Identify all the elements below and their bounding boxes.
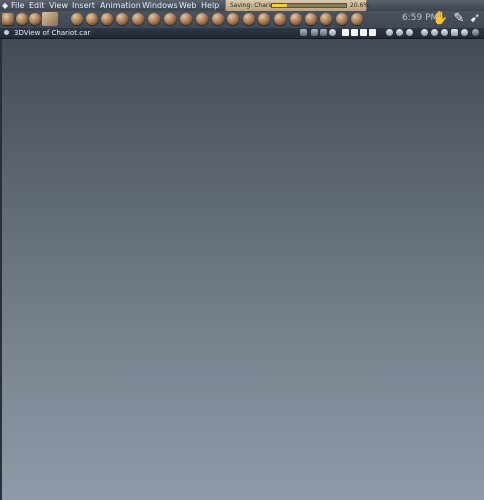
menu-animation[interactable]: Animation — [100, 0, 141, 11]
cylinder-icon[interactable] — [86, 13, 98, 25]
shaded-icon[interactable] — [386, 29, 393, 36]
sliders-icon[interactable] — [320, 13, 332, 25]
hand-tool-icon[interactable] — [16, 13, 28, 25]
wand-icon[interactable] — [305, 13, 317, 25]
close-icon[interactable] — [4, 30, 9, 35]
sphere-view-icon[interactable] — [461, 29, 468, 36]
lightbulb-icon[interactable] — [472, 29, 479, 36]
four-views-icon[interactable] — [360, 29, 367, 36]
gear-icon[interactable] — [148, 13, 160, 25]
brush-icon[interactable]: ✎ — [451, 11, 467, 27]
info-icon[interactable] — [421, 29, 428, 36]
spring-icon[interactable] — [132, 13, 144, 25]
deform-icon[interactable] — [227, 13, 239, 25]
move-view-icon[interactable] — [329, 29, 336, 36]
bone-icon[interactable] — [351, 13, 363, 25]
light-icon[interactable] — [300, 29, 307, 36]
apple-menu-icon[interactable]: ◆ — [2, 0, 8, 11]
star-icon[interactable] — [243, 13, 255, 25]
zoom-icon[interactable] — [431, 29, 438, 36]
sphere-icon[interactable] — [71, 13, 83, 25]
sun-icon[interactable] — [336, 13, 348, 25]
menu-insert[interactable]: Insert — [72, 0, 95, 11]
menu-view[interactable]: View — [49, 0, 68, 11]
cone-icon[interactable] — [116, 13, 128, 25]
points-icon[interactable] — [274, 13, 286, 25]
figure-icon[interactable] — [258, 13, 270, 25]
eyedropper-tool-icon[interactable] — [29, 13, 41, 25]
target-icon[interactable] — [290, 13, 302, 25]
orbit-icon[interactable] — [441, 29, 448, 36]
hand-icon[interactable] — [212, 13, 224, 25]
menu-windows[interactable]: Windows — [142, 0, 178, 11]
menu-edit[interactable]: Edit — [29, 0, 45, 11]
plane-icon[interactable] — [180, 13, 192, 25]
window-left-border — [0, 39, 2, 500]
grid-views-icon[interactable] — [369, 29, 376, 36]
menu-web[interactable]: Web — [179, 0, 196, 11]
torus-icon[interactable] — [101, 13, 113, 25]
axes-icon[interactable] — [320, 29, 327, 36]
cube-icon[interactable] — [164, 13, 176, 25]
camera-tool-icon[interactable] — [42, 12, 58, 26]
menu-file[interactable]: File — [11, 0, 24, 11]
camera-view-icon[interactable] — [311, 29, 318, 36]
cube-view-icon[interactable] — [451, 29, 458, 36]
lathe-icon[interactable] — [196, 13, 208, 25]
saving-label: Saving: Chariot — [230, 2, 277, 9]
menu-help[interactable]: Help — [201, 0, 219, 11]
arrow-icon[interactable]: ➹ — [467, 11, 483, 27]
select-tool-icon[interactable] — [2, 13, 14, 25]
progress-bar — [271, 3, 347, 8]
clock: 6:59 PM — [402, 13, 439, 23]
window-title: 3DView of Chariot.car — [14, 29, 91, 37]
3d-viewport[interactable] — [0, 39, 484, 500]
render-icon[interactable] — [396, 29, 403, 36]
texture-icon[interactable] — [406, 29, 413, 36]
progress-fill — [272, 4, 288, 7]
progress-percent: 20.6% — [350, 2, 370, 9]
single-view-icon[interactable] — [342, 29, 349, 36]
window-titlebar: 3DView of Chariot.car — [0, 28, 484, 39]
two-views-icon[interactable] — [351, 29, 358, 36]
